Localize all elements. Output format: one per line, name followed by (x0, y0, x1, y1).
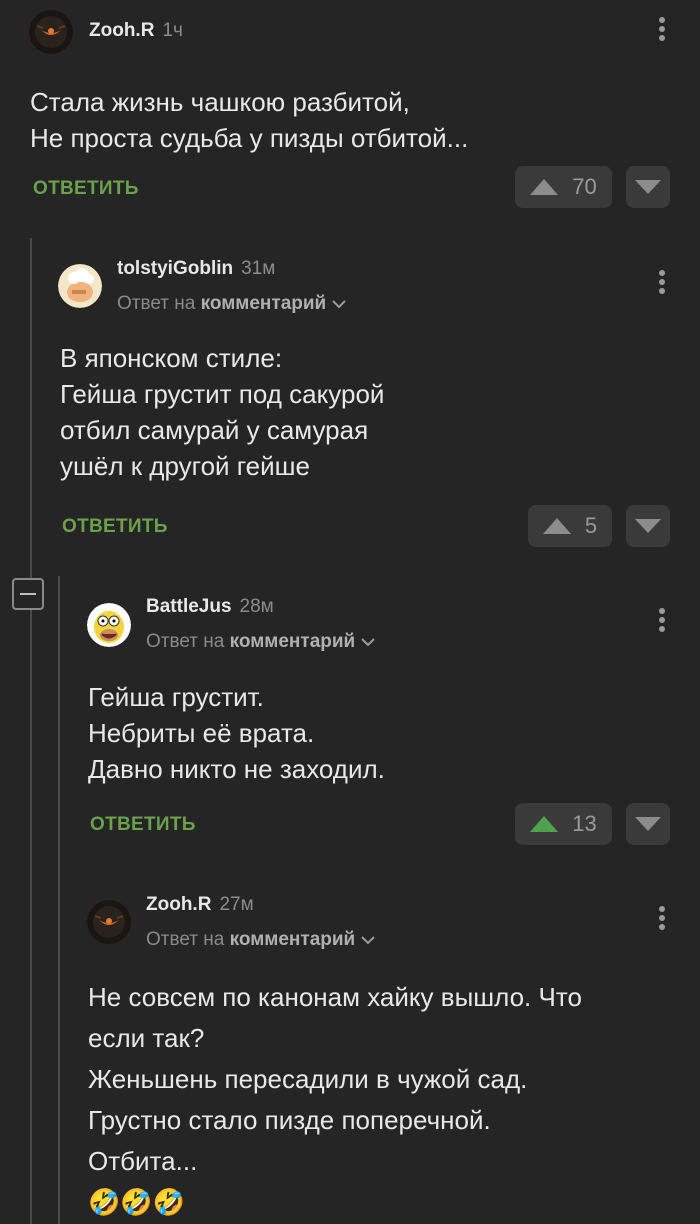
avatar-zooh-image (29, 10, 73, 54)
comment-time: 28м (239, 596, 274, 617)
comment-line: Женьшень пересадили в чужой сад. (88, 1064, 528, 1094)
reply-to-target[interactable]: комментарий (230, 631, 356, 652)
comment-line: Не проста судьба у пизды отбитой... (30, 123, 469, 153)
upvote-button[interactable]: 13 (515, 803, 612, 845)
triangle-up-icon (530, 179, 559, 195)
collapse-thread-button[interactable] (12, 578, 44, 610)
comment-time: 31м (241, 258, 276, 279)
chevron-down-icon[interactable] (361, 929, 375, 951)
comment-author[interactable]: Zooh.R 27м (146, 894, 254, 916)
avatar-zooh[interactable] (87, 900, 131, 944)
triangle-down-icon (635, 519, 661, 533)
author-name[interactable]: BattleJus (146, 596, 232, 617)
upvote-button[interactable]: 5 (528, 505, 612, 547)
reply-to-link[interactable]: Ответ на комментарий (146, 929, 375, 951)
comment-line: Грустно стало пизде поперечной. (88, 1105, 491, 1135)
reply-to-prefix: Ответ на (117, 293, 196, 315)
rating-value: 70 (572, 174, 597, 199)
comment-line: отбил самурай у самурая (60, 415, 369, 445)
more-vertical-icon[interactable] (652, 903, 672, 937)
reply-button[interactable]: ОТВЕТИТЬ (90, 814, 196, 836)
comment-time: 1ч (162, 20, 183, 41)
author-name[interactable]: Zooh.R (89, 20, 154, 41)
reply-button[interactable]: ОТВЕТИТЬ (33, 178, 139, 200)
reply-to-target[interactable]: комментарий (201, 293, 327, 314)
comment-body: Стала жизнь чашкою разбитой, Не проста с… (30, 84, 468, 156)
comment-line: Давно никто не заходил. (88, 754, 385, 784)
more-vertical-icon[interactable] (652, 14, 672, 48)
chevron-down-icon[interactable] (361, 631, 375, 653)
reply-to-prefix: Ответ на (146, 631, 225, 653)
avatar-battlejus[interactable] (87, 603, 131, 647)
downvote-button[interactable] (626, 505, 670, 547)
triangle-up-icon-active (530, 816, 559, 832)
reply-to-link[interactable]: Ответ на комментарий (146, 631, 375, 653)
avatar-battlejus-image (87, 603, 131, 647)
comment-line: ушёл к другой гейше (60, 451, 310, 481)
comment-line: Гейша грустит под сакурой (60, 379, 385, 409)
upvote-button[interactable]: 70 (515, 166, 612, 208)
avatar-tolstyigoblin[interactable] (58, 264, 102, 308)
reply-to-prefix: Ответ на (146, 929, 225, 951)
minus-icon (20, 593, 36, 595)
downvote-button[interactable] (626, 166, 670, 208)
more-vertical-icon[interactable] (652, 605, 672, 639)
comment-author[interactable]: BattleJus 28м (146, 596, 274, 618)
downvote-button[interactable] (626, 803, 670, 845)
rating-value: 13 (572, 811, 597, 836)
comment-body: В японском стиле: Гейша грустит под саку… (60, 340, 384, 484)
rating-value: 5 (584, 513, 598, 538)
author-name[interactable]: Zooh.R (146, 894, 211, 915)
comment-line: Не совсем по канонам хайку вышло. Что (88, 982, 582, 1012)
avatar-zooh[interactable] (29, 10, 73, 54)
reply-to-link[interactable]: Ответ на комментарий (117, 293, 346, 315)
comment-line: Отбита... (88, 1146, 198, 1176)
triangle-up-icon (542, 518, 571, 534)
chevron-down-icon[interactable] (332, 293, 346, 315)
comment-line: Небриты её врата. (88, 718, 315, 748)
author-name[interactable]: tolstyiGoblin (117, 258, 233, 279)
comment-time: 27м (219, 894, 254, 915)
comment-body: Гейша грустит. Небриты её врата. Давно н… (88, 679, 385, 787)
more-vertical-icon[interactable] (652, 267, 672, 301)
comment-line: Стала жизнь чашкою разбитой, (30, 87, 410, 117)
comment-body: Не совсем по канонам хайку вышло. Что ес… (88, 977, 582, 1223)
comment-line: В японском стиле: (60, 343, 283, 373)
triangle-down-icon (635, 180, 661, 194)
thread-line-level-2[interactable] (58, 576, 60, 1224)
comment-line: Гейша грустит. (88, 682, 264, 712)
triangle-down-icon (635, 817, 661, 831)
comments-page: Zooh.R 1ч Стала жизнь чашкою разбитой, Не… (0, 0, 700, 1224)
emoji-rofl-row: 🤣🤣🤣 (88, 1187, 186, 1217)
avatar-tolstyigoblin-image (58, 264, 102, 308)
comment-author[interactable]: tolstyiGoblin 31м (117, 258, 275, 280)
reply-button[interactable]: ОТВЕТИТЬ (62, 516, 168, 538)
avatar-zooh-image (87, 900, 131, 944)
comment-line: если так? (88, 1023, 205, 1053)
comment-author[interactable]: Zooh.R 1ч (89, 20, 183, 42)
thread-line-level-1[interactable] (30, 238, 32, 1224)
reply-to-target[interactable]: комментарий (230, 929, 356, 950)
